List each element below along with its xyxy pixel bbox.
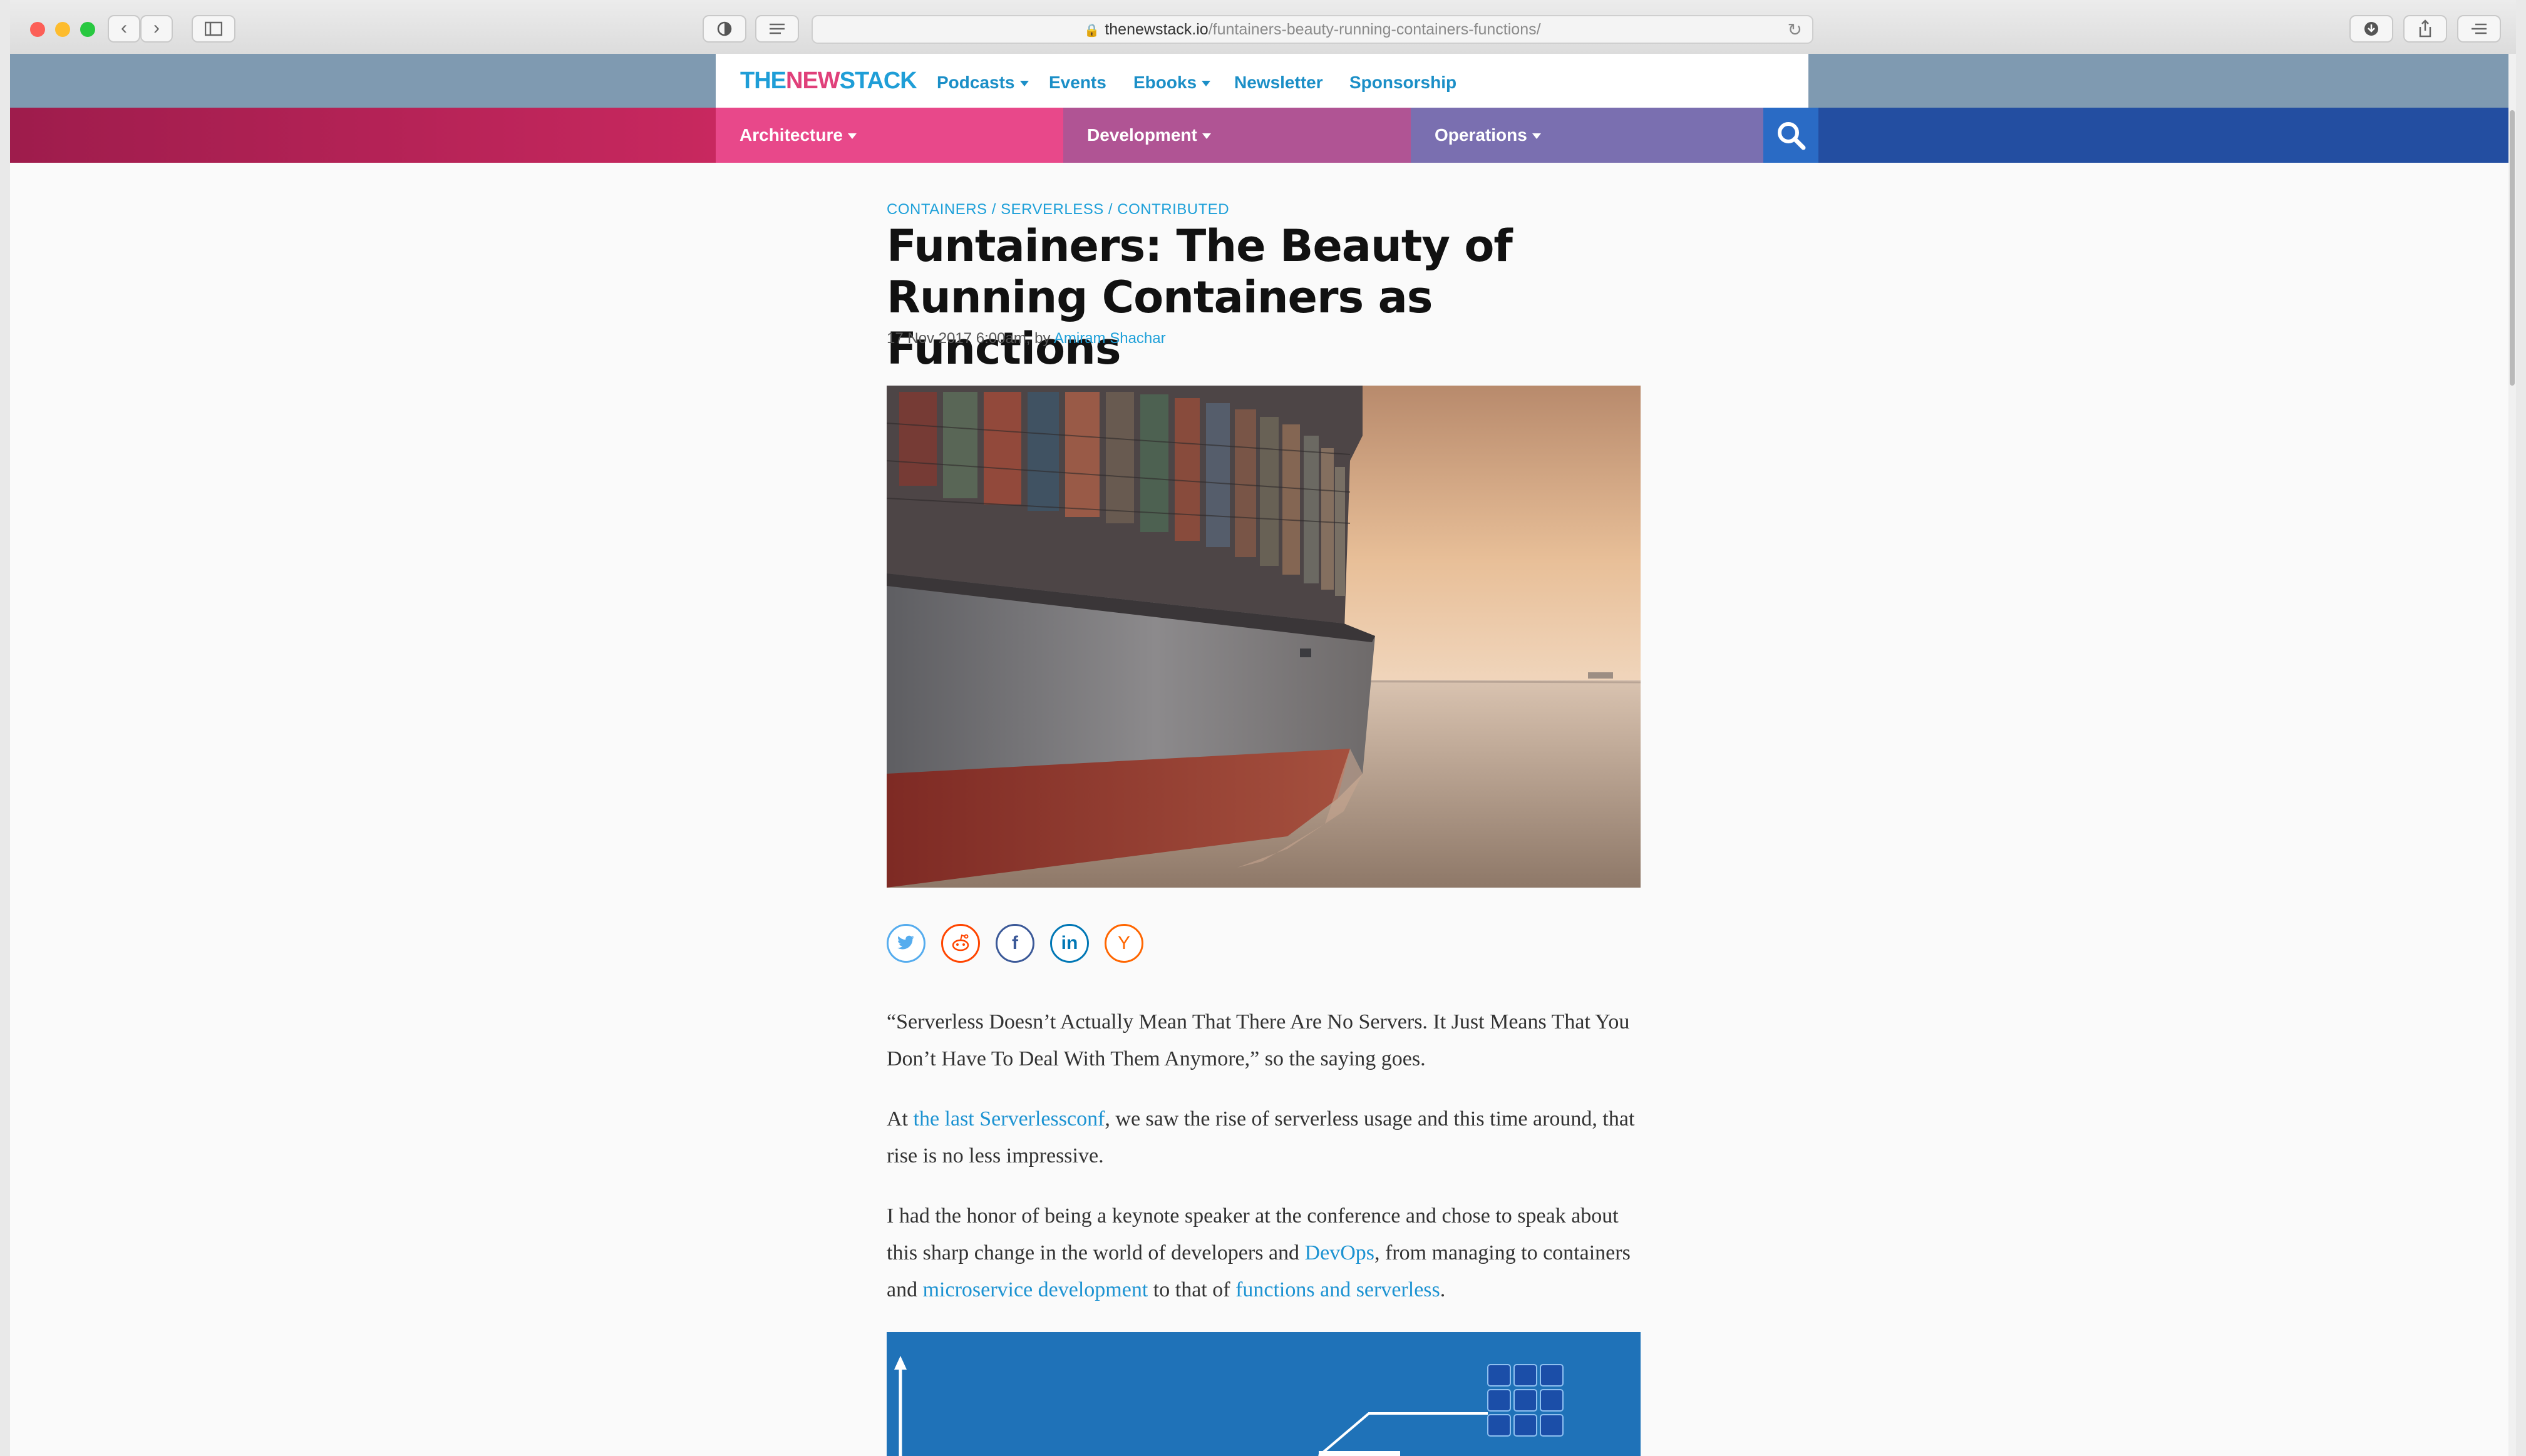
hero-image [887, 386, 1641, 888]
diagram-graphic [894, 1356, 1564, 1456]
cargo-ship-image [887, 386, 1641, 888]
serverlessconf-link[interactable]: the last Serverlessconf [914, 1107, 1105, 1130]
devops-link[interactable]: DevOps [1305, 1241, 1374, 1264]
logo-part-stack: STACK [839, 68, 917, 94]
nav-events[interactable]: Events [1049, 70, 1106, 95]
reddit-icon [952, 934, 969, 951]
linkedin-icon: in [1061, 933, 1078, 953]
url-path: /funtainers-beauty-running-containers-fu… [1208, 21, 1541, 38]
hackernews-icon: Y [1117, 933, 1130, 953]
browser-window: ‹ › 🔒 thenewstack.io/funtainers-beauty-ru… [10, 0, 2516, 1456]
chevron-down-icon [1202, 133, 1211, 140]
show-tabs-button[interactable] [2457, 15, 2501, 43]
scrollbar-thumb[interactable] [2510, 110, 2515, 386]
paragraph-2: At the last Serverlessconf, we saw the r… [887, 1100, 1644, 1174]
zoom-window-button[interactable] [80, 22, 95, 37]
nav-podcasts[interactable]: Podcasts [937, 70, 1029, 95]
minimize-window-button[interactable] [55, 22, 70, 37]
search-button[interactable] [1763, 108, 1818, 163]
facebook-share-button[interactable]: f [996, 924, 1034, 963]
category-operations[interactable]: Operations [1411, 108, 1763, 163]
nav-sponsorship[interactable]: Sponsorship [1349, 70, 1456, 95]
byline-by: by [1034, 330, 1051, 347]
top-nav: THENEWSTACK Podcasts Events Ebooks Newsl… [716, 54, 1808, 108]
nav-ebooks-label: Ebooks [1133, 73, 1197, 92]
url-text: 🔒 thenewstack.io/funtainers-beauty-runnin… [813, 16, 1812, 44]
article-date: 17 Nov 2017 6:00am, [887, 330, 1031, 347]
category-nav: Architecture Development Operations [10, 108, 2516, 163]
category-architecture[interactable]: Architecture [716, 108, 1063, 163]
nav-newsletter[interactable]: Newsletter [1234, 70, 1323, 95]
article-diagram-image [887, 1332, 1641, 1456]
reddit-share-button[interactable] [941, 924, 980, 963]
nav-ebooks[interactable]: Ebooks [1133, 70, 1211, 95]
forward-button[interactable]: › [140, 15, 173, 43]
crumb-serverless[interactable]: SERVERLESS [1001, 201, 1104, 218]
p3-text-d: . [1440, 1278, 1446, 1301]
breadcrumb: CONTAINERS / SERVERLESS / CONTRIBUTED [887, 199, 1229, 220]
article-title: Funtainers: The Beauty of Running Contai… [887, 220, 1513, 374]
site-logo[interactable]: THENEWSTACK [740, 65, 917, 96]
reader-icon [770, 23, 785, 34]
downloads-button[interactable] [2349, 15, 2393, 43]
crumb-containers[interactable]: CONTAINERS [887, 201, 987, 218]
reader-mode-button[interactable] [755, 15, 799, 43]
paragraph-1: “Serverless Doesn’t Actually Mean That T… [887, 1010, 1630, 1070]
paragraph-3: I had the honor of being a keynote speak… [887, 1197, 1644, 1308]
crumb-separator: / [987, 201, 1001, 218]
functions-and-serverless-link[interactable]: functions and serverless [1235, 1278, 1440, 1301]
category-development-label: Development [1087, 125, 1197, 145]
shield-icon [717, 21, 732, 36]
nav-podcasts-label: Podcasts [937, 73, 1015, 92]
article-meta: 17 Nov 2017 6:00am, by Amiram Shachar [887, 328, 1166, 349]
chevron-down-icon [847, 133, 857, 140]
privacy-shield-button[interactable] [703, 15, 746, 43]
sidebar-toggle-button[interactable] [192, 15, 235, 43]
logo-part-new: NEW [786, 68, 840, 94]
search-icon [1778, 122, 1806, 150]
category-band-right [1818, 108, 2516, 163]
category-operations-label: Operations [1435, 125, 1527, 145]
p3-text-c: to that of [1148, 1278, 1236, 1301]
logo-part-the: THE [740, 68, 786, 94]
chevron-down-icon [1202, 81, 1211, 87]
share-button[interactable] [2403, 15, 2447, 43]
twitter-share-button[interactable] [887, 924, 925, 963]
url-host: thenewstack.io [1105, 21, 1209, 38]
address-bar[interactable]: 🔒 thenewstack.io/funtainers-beauty-runnin… [812, 15, 1813, 44]
download-icon [2364, 22, 2378, 36]
crumb-separator: / [1103, 201, 1118, 218]
hackernews-share-button[interactable]: Y [1105, 924, 1143, 963]
facebook-icon: f [1012, 933, 1018, 953]
scrollbar-track[interactable] [2508, 54, 2516, 1456]
chevron-down-icon [1019, 81, 1029, 87]
sidebar-icon [204, 21, 223, 36]
chevron-down-icon [1532, 133, 1541, 140]
close-window-button[interactable] [30, 22, 45, 37]
reload-icon[interactable]: ↻ [1788, 18, 1802, 43]
category-development[interactable]: Development [1063, 108, 1411, 163]
back-button[interactable]: ‹ [108, 15, 140, 43]
browser-toolbar: ‹ › 🔒 thenewstack.io/funtainers-beauty-ru… [10, 0, 2516, 55]
microservice-development-link[interactable]: microservice development [923, 1278, 1148, 1301]
tabs-icon [2472, 23, 2487, 34]
twitter-icon [897, 935, 914, 950]
linkedin-share-button[interactable]: in [1050, 924, 1089, 963]
category-band-left [10, 108, 716, 163]
crumb-contributed[interactable]: CONTRIBUTED [1117, 201, 1229, 218]
p2-text-a: At [887, 1107, 914, 1130]
category-architecture-label: Architecture [740, 125, 843, 145]
lock-icon: 🔒 [1084, 24, 1100, 38]
author-link[interactable]: Amiram Shachar [1054, 330, 1166, 347]
share-icon [2419, 19, 2431, 38]
